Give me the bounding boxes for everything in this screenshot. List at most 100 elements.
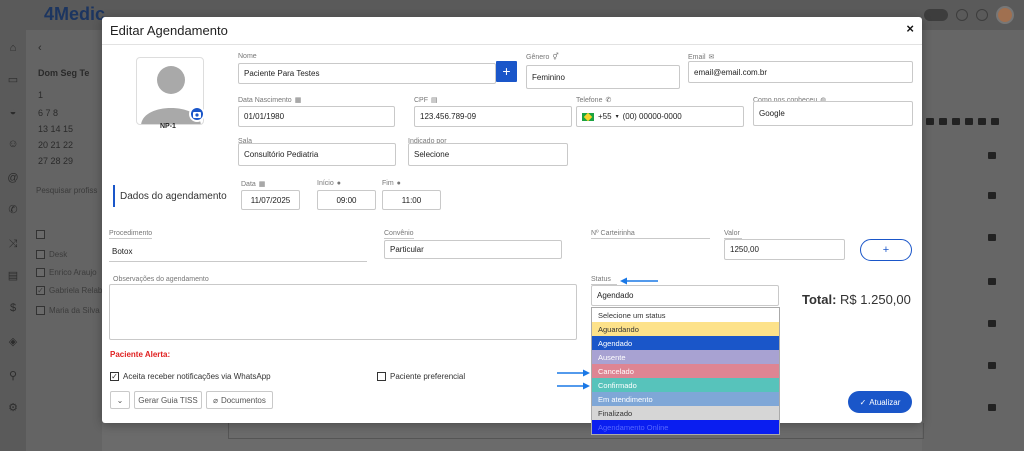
status-option[interactable]: Confirmado	[592, 378, 779, 392]
date-label: Data ▦	[241, 180, 266, 189]
phone-input[interactable]: +55 ▾ (00) 00000-0000	[576, 106, 744, 127]
section-title: Dados do agendamento	[120, 191, 227, 202]
start-time-input[interactable]: 09:00	[317, 190, 376, 210]
clock-icon: ●	[336, 180, 341, 187]
room-select[interactable]: Consultório Pediatria	[238, 143, 396, 166]
name-label: Nome	[238, 53, 257, 60]
add-patient-button[interactable]: +	[496, 61, 517, 82]
annotation-arrow	[620, 277, 658, 285]
close-button[interactable]: ×	[906, 21, 914, 36]
status-option[interactable]: Aguardando	[592, 322, 779, 336]
chat-icon[interactable]	[956, 9, 968, 21]
insurance-label: Convênio	[384, 230, 414, 239]
referral-source-select[interactable]: Google	[753, 101, 913, 126]
status-option[interactable]: Agendamento Online	[592, 420, 779, 434]
chart-icon[interactable]: ⚲	[7, 370, 19, 382]
preferential-label: Paciente preferencial	[390, 372, 466, 381]
referred-by-select[interactable]: Selecione	[408, 143, 568, 166]
status-option[interactable]: Finalizado	[592, 406, 779, 420]
birthdate-label: Data Nascimento ▦	[238, 96, 302, 105]
professional-item[interactable]: Maria da Silva	[36, 306, 100, 315]
value-input[interactable]: 1250,00	[724, 239, 845, 260]
total-label: Total:	[802, 292, 837, 307]
insurance-select[interactable]: Particular	[384, 240, 562, 259]
annotation-arrow	[557, 369, 590, 377]
calendar-week: 1	[38, 90, 44, 100]
add-procedure-button[interactable]: +	[860, 239, 912, 261]
total-display: Total: R$ 1.250,00	[802, 292, 911, 307]
generate-tiss-button[interactable]: Gerar Guia TISS	[134, 391, 202, 409]
preferential-checkbox[interactable]: Paciente preferencial	[377, 372, 465, 381]
status-select[interactable]: Agendado	[591, 285, 779, 306]
status-option[interactable]: Selecione um status	[592, 308, 779, 322]
at-icon[interactable]: @	[7, 172, 19, 184]
checkbox-icon[interactable]	[377, 372, 386, 381]
checkbox-checked-icon[interactable]: ✓	[110, 372, 119, 381]
theme-toggle[interactable]	[924, 9, 948, 21]
country-code[interactable]: +55	[598, 112, 612, 121]
card-number-label: Nº Carteirinha	[591, 230, 710, 239]
settings-icon[interactable]: ⚙	[7, 402, 19, 414]
professional-item[interactable]: ✓ Gabriela Relab	[36, 286, 102, 295]
phone-icon[interactable]: ✆	[7, 204, 19, 216]
documents-label: Documentos	[220, 395, 266, 405]
schedule-footer	[228, 423, 924, 439]
cpf-input[interactable]: 123.456.789-09	[414, 106, 572, 127]
camera-icon[interactable]	[189, 106, 205, 122]
status-option[interactable]: Ausente	[592, 350, 779, 364]
patient-code: NP-1	[160, 123, 176, 130]
paperclip-icon: ⌀	[213, 395, 218, 405]
procedure-input[interactable]: Botox	[109, 241, 367, 262]
calendar-week: 27 28 29	[38, 156, 74, 166]
top-bar-actions	[924, 6, 1014, 24]
box-icon[interactable]: ◈	[7, 336, 19, 348]
patient-alert-label: Paciente Alerta:	[110, 350, 171, 359]
home-icon[interactable]: ⌂	[7, 42, 19, 54]
documents-button[interactable]: ⌀ Documentos	[206, 391, 273, 409]
calendar-week: 20 21 22	[38, 140, 74, 150]
envelope-icon: ✉	[708, 54, 715, 61]
update-button[interactable]: ✓ Atualizar	[848, 391, 912, 413]
chevron-down-icon[interactable]: ▾	[616, 113, 619, 120]
value-label: Valor	[724, 230, 742, 239]
more-options-button[interactable]: ⌄	[110, 391, 130, 409]
date-input[interactable]: 11/07/2025	[241, 190, 300, 210]
user-icon[interactable]: ☺	[7, 138, 19, 150]
calendar-week: 13 14 15	[38, 124, 74, 134]
professional-item[interactable]: Enrico Araujo	[36, 268, 97, 277]
whatsapp-label: Aceita receber notificações via WhatsApp	[123, 372, 271, 381]
status-option[interactable]: Em atendimento	[592, 392, 779, 406]
annotation-arrow	[557, 382, 590, 390]
email-input[interactable]: email@email.com.br	[688, 61, 913, 83]
notes-textarea[interactable]	[109, 284, 577, 340]
car-icon[interactable]: ◒	[7, 106, 19, 118]
end-time-input[interactable]: 11:00	[382, 190, 441, 210]
clipboard-icon[interactable]: ▤	[7, 270, 19, 282]
name-input[interactable]: Paciente Para Testes	[238, 63, 496, 84]
edit-appointment-modal: Editar Agendamento × NP-1 Nome Paciente …	[102, 17, 922, 435]
modal-title: Editar Agendamento	[110, 23, 228, 38]
sidebar: ⌂ ▭ ◒ ☺ @ ✆ ⤨ ▤ $ ◈ ⚲ ⚙	[0, 30, 26, 451]
lock-icon	[988, 362, 996, 369]
birthdate-input[interactable]: 01/01/1980	[238, 106, 395, 127]
professional-item[interactable]: Desk	[36, 250, 67, 259]
dollar-icon[interactable]: $	[7, 302, 19, 314]
brazil-flag-icon[interactable]	[582, 112, 594, 121]
lock-icon	[988, 278, 996, 285]
status-option[interactable]: Agendado	[592, 336, 779, 350]
professional-item[interactable]	[36, 230, 45, 239]
shuffle-icon[interactable]: ⤨	[7, 238, 19, 250]
chevron-down-icon: ⌄	[116, 395, 124, 405]
status-option[interactable]: Cancelado	[592, 364, 779, 378]
calendar-week: 6 7 8	[38, 108, 59, 118]
whatsapp-checkbox[interactable]: ✓ Aceita receber notificações via WhatsA…	[110, 372, 271, 381]
user-avatar[interactable]	[996, 6, 1014, 24]
start-time-label: Início ●	[317, 180, 341, 187]
end-time-label: Fim ●	[382, 180, 401, 187]
help-icon[interactable]	[976, 9, 988, 21]
prev-month-icon[interactable]: ‹	[38, 42, 42, 54]
clock-icon: ●	[396, 180, 401, 187]
gender-select[interactable]: Feminino	[526, 65, 680, 89]
calendar-icon[interactable]: ▭	[7, 74, 19, 86]
check-icon: ✓	[859, 397, 867, 407]
